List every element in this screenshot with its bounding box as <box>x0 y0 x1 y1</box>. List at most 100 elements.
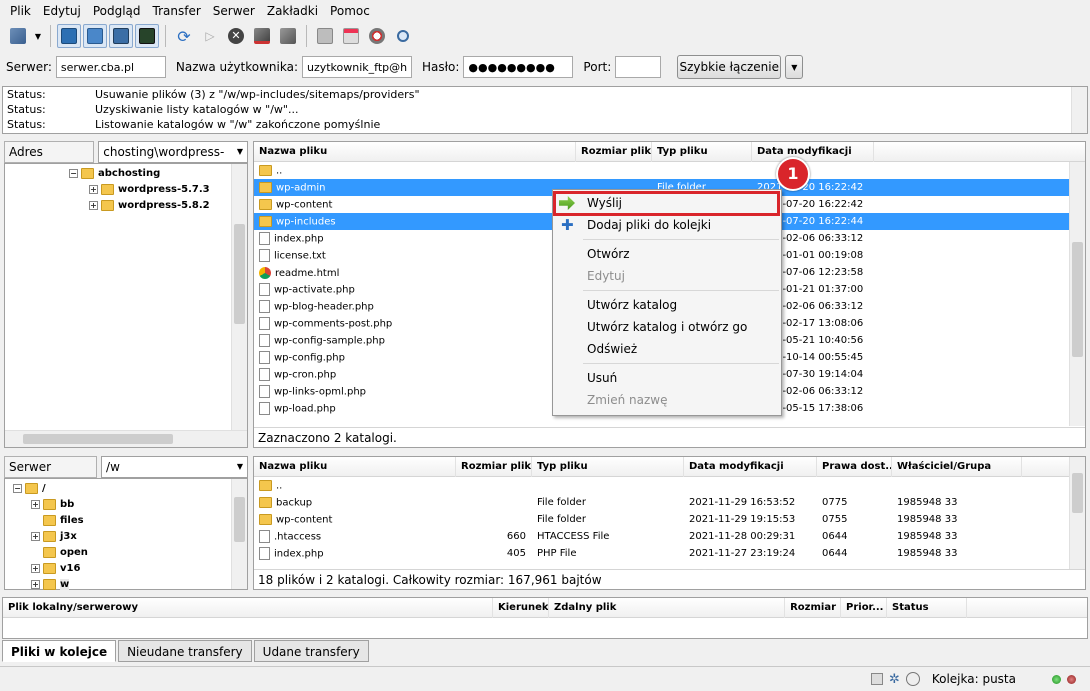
menu-pomoc[interactable]: Pomoc <box>324 0 376 22</box>
toggle-log-button[interactable] <box>57 24 81 48</box>
collapse-icon[interactable]: − <box>13 483 22 493</box>
cancel-button[interactable]: ✕ <box>224 24 248 48</box>
context-item-create-and-open[interactable]: Utwórz katalog i otwórz go <box>553 316 781 338</box>
tree-node[interactable]: open <box>5 544 247 560</box>
local-list-scrollbar[interactable] <box>1069 162 1085 426</box>
scroll-thumb[interactable] <box>1072 242 1083 357</box>
collapse-icon[interactable]: − <box>69 168 78 178</box>
column-header-type[interactable]: Typ pliku <box>652 141 752 162</box>
column-header-owner[interactable]: Właściciel/Grupa <box>892 456 1022 477</box>
reconnect-button[interactable] <box>276 24 300 48</box>
column-header-size[interactable]: Rozmiar pliku <box>576 141 652 162</box>
sync-browse-button[interactable] <box>365 24 389 48</box>
menu-serwer[interactable]: Serwer <box>207 0 261 22</box>
filter-button[interactable] <box>313 24 337 48</box>
server-input[interactable] <box>55 56 166 78</box>
context-item-refresh[interactable]: Odśwież <box>553 338 781 360</box>
column-header-name[interactable]: Nazwa pliku <box>254 456 456 477</box>
table-row[interactable]: .htaccess 660 HTACCESS File 2021-11-28 00:2… <box>254 528 1085 545</box>
step-badge-number: 1 <box>787 164 799 183</box>
tree-node[interactable]: + w <box>5 576 247 592</box>
column-header-date[interactable]: Data modyfikacji <box>752 141 874 162</box>
remote-tree-scrollbar[interactable] <box>231 479 247 589</box>
column-header-status[interactable]: Status <box>887 597 967 618</box>
expand-icon[interactable]: + <box>89 184 98 194</box>
column-header-permissions[interactable]: Prawa dost... <box>817 456 892 477</box>
column-header-name[interactable]: Nazwa pliku <box>254 141 576 162</box>
tree-node[interactable]: + j3x <box>5 528 247 544</box>
password-label: Hasło: <box>421 60 460 74</box>
context-item-open[interactable]: Otwórz <box>553 243 781 265</box>
speed-limit-icon[interactable] <box>905 672 920 686</box>
table-row[interactable]: wp-content File folder 2021-11-29 19:15:53… <box>254 511 1085 528</box>
menu-edytuj[interactable]: Edytuj <box>37 0 87 22</box>
expand-icon[interactable]: + <box>31 579 40 589</box>
tab-queued-files[interactable]: Pliki w kolejce <box>2 640 117 662</box>
tree-node[interactable]: + wordpress-5.7.3 <box>5 181 247 197</box>
remote-list-scrollbar[interactable] <box>1069 457 1085 569</box>
gear-icon[interactable]: ✲ <box>889 672 900 687</box>
username-input[interactable] <box>301 56 412 78</box>
local-tree-vscrollbar[interactable] <box>231 164 247 430</box>
local-address-combo[interactable]: chosting\wordpress-5.8\▼ <box>98 141 248 179</box>
toggle-remote-tree-button[interactable] <box>109 24 133 48</box>
tree-node[interactable]: − abchosting <box>5 165 247 181</box>
tree-node-label: open <box>60 546 88 558</box>
search-button[interactable] <box>391 24 415 48</box>
context-item-label: Zmień nazwę <box>587 393 668 407</box>
site-manager-dropdown[interactable]: ▼ <box>32 24 44 48</box>
table-row[interactable]: .. <box>254 477 1085 494</box>
tree-node[interactable]: + bb <box>5 496 247 512</box>
column-header-remote-file[interactable]: Zdalny plik <box>549 597 785 618</box>
toggle-queue-button[interactable] <box>135 24 159 48</box>
scroll-thumb[interactable] <box>234 497 245 542</box>
password-input[interactable] <box>463 56 574 78</box>
column-header-size[interactable]: Rozmiar pliku <box>456 456 532 477</box>
tree-node[interactable]: + v16 <box>5 560 247 576</box>
context-item-delete[interactable]: Usuń <box>553 367 781 389</box>
expand-icon[interactable]: + <box>89 200 98 210</box>
column-header-local-file[interactable]: Plik lokalny/serwerowy <box>3 597 493 618</box>
compare-button[interactable] <box>339 24 363 48</box>
column-header-priority[interactable]: Prior... <box>841 597 887 618</box>
local-tree-hscrollbar[interactable] <box>5 430 247 447</box>
table-row[interactable]: backup File folder 2021-11-29 16:53:52 0775… <box>254 494 1085 511</box>
scroll-thumb[interactable] <box>23 434 173 444</box>
quickconnect-dropdown[interactable]: ▼ <box>785 55 804 79</box>
menu-transfer[interactable]: Transfer <box>147 0 207 22</box>
refresh-button[interactable]: ⟳ <box>172 24 196 48</box>
table-row[interactable]: index.php 405 PHP File 2021-11-27 23:19:24 0… <box>254 545 1085 562</box>
table-row[interactable]: .. <box>254 162 1085 179</box>
expand-icon[interactable]: + <box>31 531 40 541</box>
tree-node[interactable]: + wordpress-5.8.2 <box>5 197 247 213</box>
process-queue-button[interactable]: ▷ <box>198 24 222 48</box>
column-header-size[interactable]: Rozmiar <box>785 597 841 618</box>
menu-podglad[interactable]: Podgląd <box>87 0 147 22</box>
site-manager-button[interactable] <box>6 24 30 48</box>
log-scrollbar[interactable] <box>1071 87 1087 133</box>
disconnect-button[interactable] <box>250 24 274 48</box>
tab-failed-transfers[interactable]: Nieudane transfery <box>118 640 252 662</box>
folder-icon <box>43 514 56 526</box>
remote-address-combo[interactable]: /w ▼ <box>101 456 248 478</box>
scroll-thumb[interactable] <box>234 224 245 324</box>
cell-type: File folder <box>537 497 586 508</box>
tree-node[interactable]: files <box>5 512 247 528</box>
tab-successful-transfers[interactable]: Udane transfery <box>253 640 369 662</box>
toggle-local-tree-button[interactable] <box>83 24 107 48</box>
context-item-add-to-queue[interactable]: ✚ Dodaj pliki do kolejki <box>553 214 781 236</box>
folder-icon <box>43 562 56 574</box>
file-name: wp-config-sample.php <box>274 335 385 347</box>
expand-icon[interactable]: + <box>31 499 40 509</box>
quickconnect-button[interactable]: Szybkie łączenie <box>677 55 782 79</box>
scroll-thumb[interactable] <box>1072 473 1083 513</box>
tree-node[interactable]: − / <box>5 480 247 496</box>
column-header-date[interactable]: Data modyfikacji <box>684 456 817 477</box>
context-item-create-directory[interactable]: Utwórz katalog <box>553 294 781 316</box>
menu-plik[interactable]: Plik <box>4 0 37 22</box>
port-input[interactable] <box>615 56 662 78</box>
column-header-direction[interactable]: Kierunek <box>493 597 549 618</box>
column-header-type[interactable]: Typ pliku <box>532 456 684 477</box>
menu-zakladki[interactable]: Zakładki <box>261 0 324 22</box>
expand-icon[interactable]: + <box>31 563 40 573</box>
